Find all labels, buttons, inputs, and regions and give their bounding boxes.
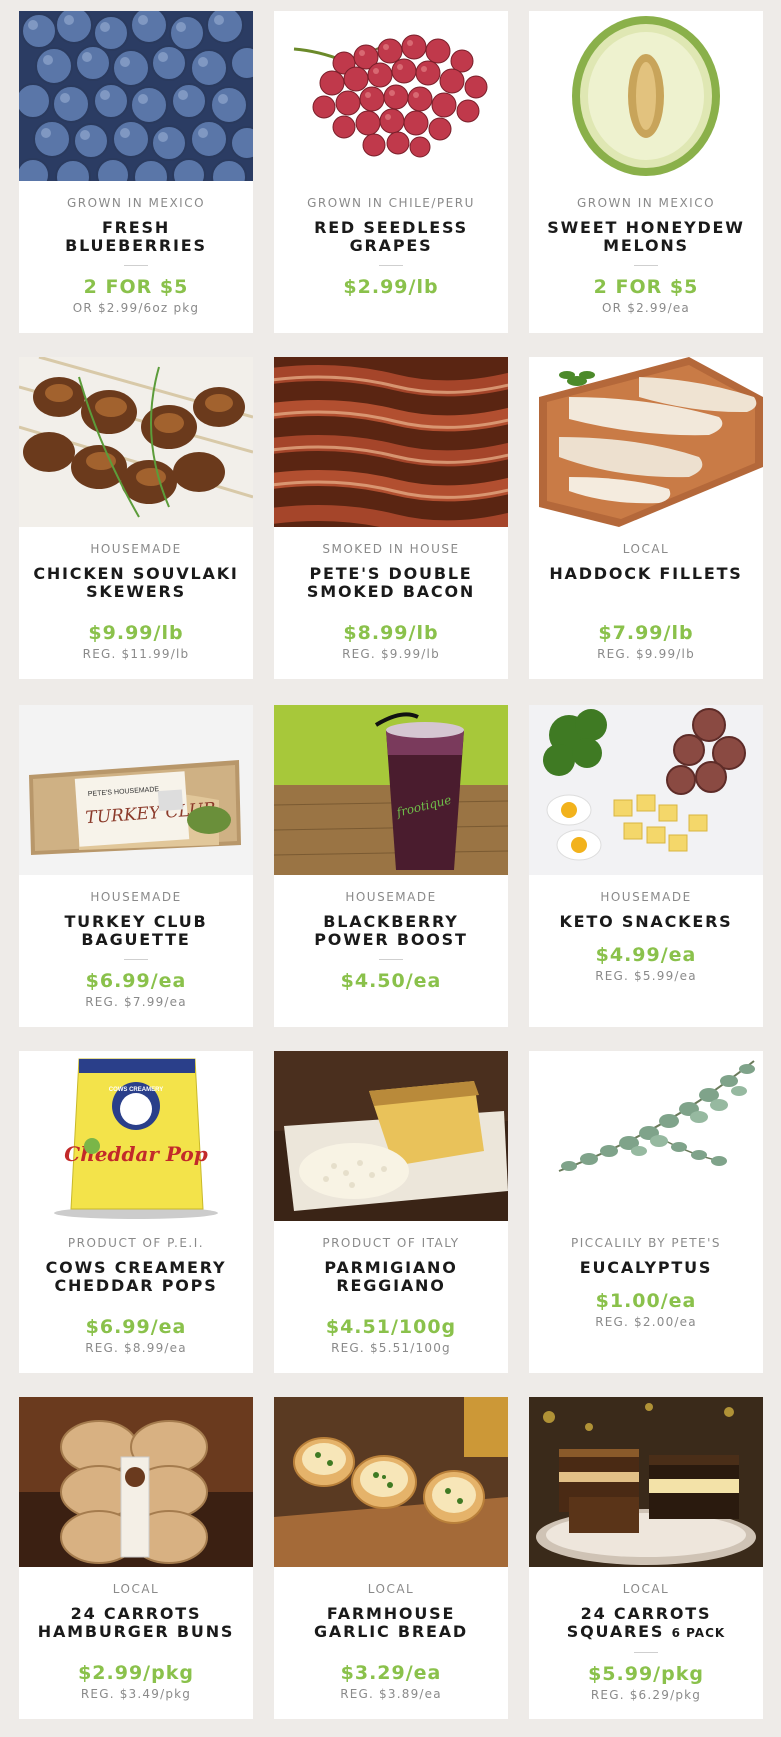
product-title[interactable]: EUCALYPTUS [541,1259,751,1277]
product-regular-price: REG. $3.89/ea [340,1687,442,1701]
product-image-honeydew[interactable] [529,11,763,181]
divider [124,265,148,266]
product-regular-price: OR $2.99/6oz pkg [72,301,200,315]
product-card[interactable]: GROWN IN MEXICO SWEET HONEYDEW MELONS 2 … [529,11,763,333]
product-card[interactable]: SMOKED IN HOUSE PETE'S DOUBLE SMOKED BAC… [274,357,508,679]
product-price: $7.99/lb [598,622,694,644]
product-origin: LOCAL [367,1582,415,1596]
product-price: $3.29/ea [340,1662,442,1684]
product-card[interactable]: LOCAL FARMHOUSE GARLIC BREAD $3.29/ea RE… [274,1397,508,1719]
product-origin: HOUSEMADE [90,542,182,556]
divider [634,265,658,266]
product-regular-price: REG. $5.99/ea [595,969,697,983]
product-title[interactable]: SWEET HONEYDEW MELONS [541,219,751,255]
product-origin: PRODUCT OF ITALY [322,1236,460,1250]
product-regular-price: REG. $8.99/ea [85,1341,187,1355]
product-image-bacon[interactable] [274,357,508,527]
product-card[interactable]: LOCAL 24 CARROTS SQUARES 6 PACK $5.99/pk… [529,1397,763,1719]
product-origin: SMOKED IN HOUSE [322,542,460,556]
product-title[interactable]: TURKEY CLUB BAGUETTE [31,913,241,949]
product-origin: LOCAL [622,1582,670,1596]
product-title[interactable]: BLACKBERRY POWER BOOST [286,913,496,949]
product-image-turkey-club[interactable]: PETE'S HOUSEMADE TURKEY CLUB [19,705,253,875]
product-origin: HOUSEMADE [345,890,437,904]
product-card[interactable]: GROWN IN MEXICO FRESH BLUEBERRIES 2 FOR … [19,11,253,333]
divider [379,265,403,266]
product-origin: HOUSEMADE [600,890,692,904]
product-card[interactable]: frootique HOUSEMADE BLACKBERRY POWER BOO… [274,705,508,1027]
product-price: 2 FOR $5 [593,276,699,298]
product-title[interactable]: 24 CARROTS SQUARES 6 PACK [541,1605,751,1642]
product-price: $6.99/ea [85,1316,187,1338]
product-card[interactable]: LOCAL HADDOCK FILLETS $7.99/lb REG. $9.9… [529,357,763,679]
product-image-skewers[interactable] [19,357,253,527]
product-price: $9.99/lb [88,622,184,644]
product-title[interactable]: FARMHOUSE GARLIC BREAD [286,1605,496,1641]
product-regular-price: REG. $9.99/lb [342,647,440,661]
product-regular-price: REG. $5.51/100g [331,1341,451,1355]
product-pack-size: 6 PACK [671,1626,726,1640]
product-price: $5.99/pkg [588,1663,704,1685]
divider [634,1652,658,1653]
divider [379,959,403,960]
product-title[interactable]: PARMIGIANO REGGIANO [286,1259,496,1295]
product-price: $4.99/ea [595,944,697,966]
product-image-grapes[interactable] [274,11,508,181]
product-card[interactable]: COWS CREAMERY Cheddar Pop PRODUCT OF P.E… [19,1051,253,1373]
product-image-parmesan[interactable] [274,1051,508,1221]
product-regular-price: REG. $6.29/pkg [590,1688,702,1702]
product-price: $4.51/100g [325,1316,457,1338]
product-card[interactable]: PETE'S HOUSEMADE TURKEY CLUB HOUSEMADE T… [19,705,253,1027]
product-grid: GROWN IN MEXICO FRESH BLUEBERRIES 2 FOR … [0,0,781,1737]
product-regular-price: REG. $9.99/lb [597,647,695,661]
product-image-haddock[interactable] [529,357,763,527]
package-brand: COWS CREAMERY [109,1087,163,1093]
product-price: 2 FOR $5 [83,276,189,298]
product-image-squares[interactable] [529,1397,763,1567]
product-title[interactable]: 24 CARROTS HAMBURGER BUNS [31,1605,241,1641]
product-image-eucalyptus[interactable] [529,1051,763,1221]
product-price: $8.99/lb [343,622,439,644]
product-origin: PICCALILY BY PETE'S [570,1236,722,1250]
product-card[interactable]: GROWN IN CHILE/PERU RED SEEDLESS GRAPES … [274,11,508,333]
product-regular-price: OR $2.99/ea [602,301,690,315]
product-title[interactable]: HADDOCK FILLETS [541,565,751,583]
product-title[interactable]: RED SEEDLESS GRAPES [286,219,496,255]
product-price: $4.50/ea [340,970,442,992]
product-origin: HOUSEMADE [90,890,182,904]
product-title[interactable]: FRESH BLUEBERRIES [31,219,241,255]
product-image-buns[interactable] [19,1397,253,1567]
product-image-cheddar-pop[interactable]: COWS CREAMERY Cheddar Pop [19,1051,253,1221]
product-title[interactable]: COWS CREAMERY CHEDDAR POPS [31,1259,241,1295]
product-title[interactable]: KETO SNACKERS [541,913,751,931]
product-origin: PRODUCT OF P.E.I. [67,1236,205,1250]
product-title[interactable]: CHICKEN SOUVLAKI SKEWERS [31,565,241,601]
product-regular-price: REG. $11.99/lb [82,647,190,661]
product-regular-price: REG. $3.49/pkg [80,1687,192,1701]
product-price: $6.99/ea [85,970,187,992]
product-regular-price: REG. $7.99/ea [85,995,187,1009]
product-card[interactable]: HOUSEMADE CHICKEN SOUVLAKI SKEWERS $9.99… [19,357,253,679]
product-card[interactable]: LOCAL 24 CARROTS HAMBURGER BUNS $2.99/pk… [19,1397,253,1719]
product-price: $1.00/ea [595,1290,697,1312]
product-image-smoothie[interactable]: frootique [274,705,508,875]
product-price: $2.99/pkg [78,1662,194,1684]
product-regular-price: REG. $2.00/ea [595,1315,697,1329]
product-image-keto-snackers[interactable] [529,705,763,875]
product-origin: LOCAL [622,542,670,556]
product-card[interactable]: PRODUCT OF ITALY PARMIGIANO REGGIANO $4.… [274,1051,508,1373]
product-origin: LOCAL [112,1582,160,1596]
product-title[interactable]: PETE'S DOUBLE SMOKED BACON [286,565,496,601]
product-card[interactable]: HOUSEMADE KETO SNACKERS $4.99/ea REG. $5… [529,705,763,1027]
product-card[interactable]: PICCALILY BY PETE'S EUCALYPTUS $1.00/ea … [529,1051,763,1373]
product-origin: GROWN IN MEXICO [66,196,206,210]
product-image-blueberries[interactable] [19,11,253,181]
product-price: $2.99/lb [343,276,439,298]
divider [124,959,148,960]
product-origin: GROWN IN CHILE/PERU [307,196,475,210]
product-image-garlic-bread[interactable] [274,1397,508,1567]
product-origin: GROWN IN MEXICO [576,196,716,210]
